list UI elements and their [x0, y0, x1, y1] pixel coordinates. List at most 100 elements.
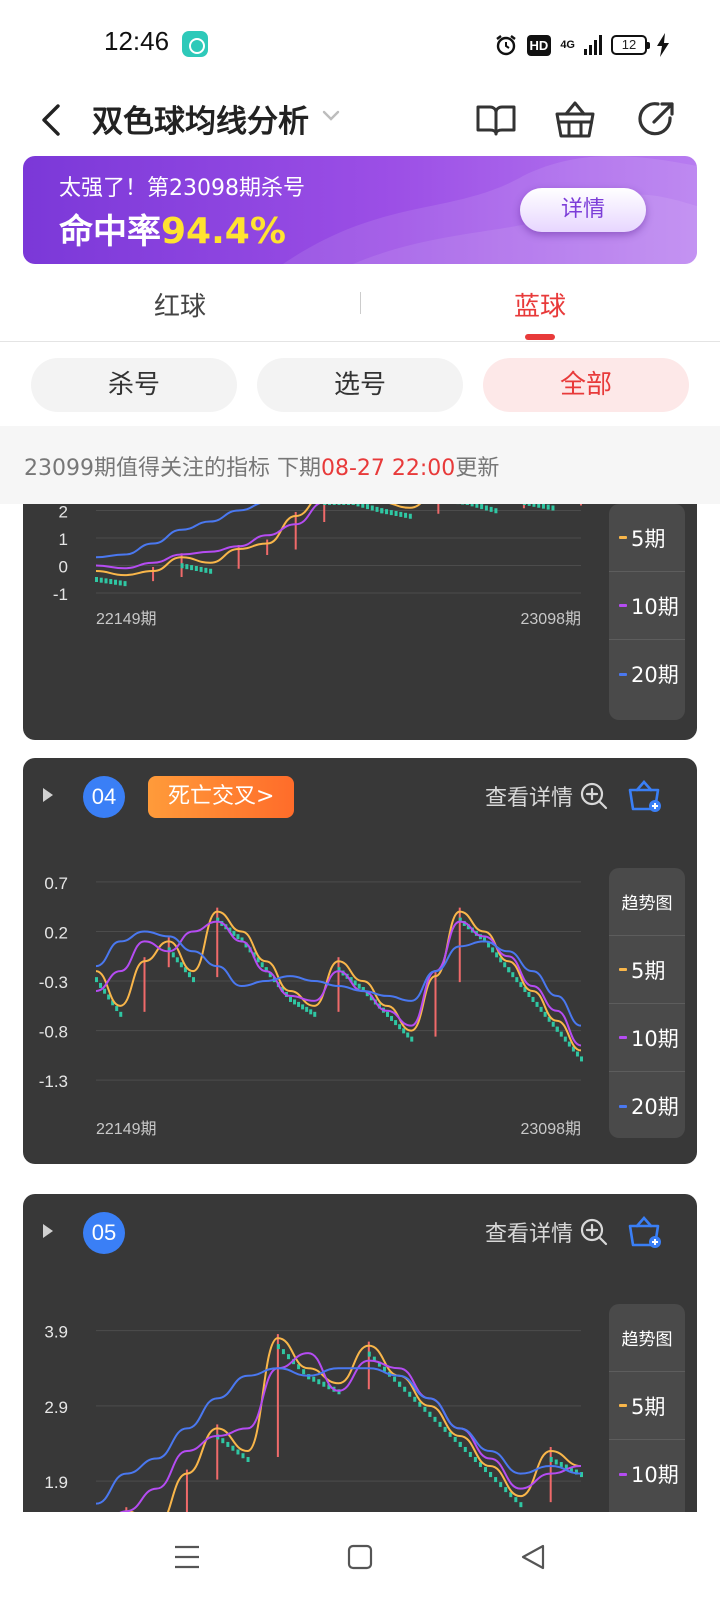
- legend-item-10[interactable]: 10期: [609, 572, 685, 640]
- fall-tick: [541, 504, 545, 509]
- tab-blue-ball[interactable]: 蓝球: [360, 286, 720, 323]
- system-nav-bar: [0, 1512, 720, 1600]
- fall-tick: [484, 1467, 488, 1473]
- play-icon[interactable]: [41, 1222, 55, 1240]
- fall-tick: [115, 1006, 119, 1012]
- active-tab-indicator: [525, 334, 555, 340]
- legend-item-5[interactable]: 5期: [609, 1372, 685, 1440]
- fall-tick: [180, 563, 184, 569]
- fall-tick: [312, 1376, 316, 1382]
- legend-title[interactable]: 趋势图: [609, 868, 685, 936]
- details-button[interactable]: 详情: [520, 188, 646, 232]
- fall-tick: [386, 1011, 389, 1017]
- y-tick-label: -1.3: [39, 1072, 68, 1091]
- fall-tick: [380, 508, 384, 514]
- add-to-basket-icon[interactable]: [627, 1214, 663, 1250]
- fall-tick: [118, 580, 122, 586]
- legend-item-20[interactable]: 20期: [609, 1072, 685, 1140]
- fall-tick: [551, 1021, 555, 1027]
- fall-tick: [494, 508, 498, 514]
- chevron-down-icon[interactable]: [320, 104, 342, 126]
- signal-icon: [584, 35, 602, 55]
- legend-label: 5期: [631, 526, 666, 551]
- fall-tick: [99, 982, 103, 988]
- banner-headline: 太强了！第23098期杀号: [59, 176, 305, 201]
- series-line-ma20: [95, 504, 261, 559]
- hit-rate-banner[interactable]: 太强了！第23098期杀号 命中率94.4% 详情: [23, 156, 697, 264]
- legend-panel: 趋势图 5期 10期 20期: [609, 868, 685, 1138]
- filter-kill[interactable]: 杀号: [31, 358, 237, 412]
- app-header: 双色球均线分析: [0, 88, 720, 152]
- fall-tick: [433, 1416, 437, 1422]
- view-details-link[interactable]: 查看详情: [485, 780, 609, 812]
- add-to-basket-icon[interactable]: [627, 778, 663, 814]
- fall-tick: [532, 504, 536, 507]
- series-line-ma5: [95, 504, 422, 577]
- y-tick-label: 2.9: [44, 1398, 68, 1417]
- y-tick-label: 0.2: [44, 923, 68, 942]
- play-icon[interactable]: [41, 786, 55, 804]
- fall-tick: [305, 1006, 309, 1012]
- fall-tick: [394, 511, 398, 516]
- fall-tick: [342, 504, 346, 505]
- legend-title[interactable]: 趋势图: [609, 1304, 685, 1372]
- fall-tick: [99, 577, 103, 583]
- fall-tick: [192, 977, 195, 983]
- fall-tick: [489, 1472, 493, 1478]
- share-icon[interactable]: [634, 98, 678, 142]
- fall-tick: [236, 1449, 240, 1455]
- hit-rate-value: 94.4%: [161, 211, 286, 252]
- ball-number-badge: 04: [83, 776, 125, 818]
- y-tick-label: -0.3: [39, 973, 68, 992]
- legend-label: 10期: [631, 594, 679, 619]
- alarm-icon: [495, 35, 516, 56]
- fall-tick: [370, 505, 374, 511]
- fall-tick: [567, 1041, 571, 1047]
- book-icon[interactable]: [474, 98, 518, 142]
- fall-tick: [539, 1006, 543, 1012]
- fall-tick: [260, 962, 264, 968]
- fall-tick: [390, 1015, 394, 1021]
- legend-item-10[interactable]: 10期: [609, 1440, 685, 1508]
- basket-icon[interactable]: [553, 98, 597, 142]
- page-title[interactable]: 双色球均线分析: [92, 96, 309, 141]
- legend-item-10[interactable]: 10期: [609, 1004, 685, 1072]
- fall-tick: [289, 996, 292, 1002]
- fall-tick: [499, 1482, 503, 1488]
- fall-tick: [423, 1406, 427, 1412]
- menu-icon[interactable]: [172, 1542, 202, 1572]
- indicator-list[interactable]: 2 1 0 -1 22149期 23098期 5期 10期 20期 0.7 0.2 -0.3 -…: [0, 504, 720, 1512]
- fall-tick: [527, 504, 531, 506]
- legend-swatch: [619, 968, 627, 971]
- fall-tick: [246, 1457, 250, 1462]
- fall-tick: [495, 952, 499, 958]
- death-cross-tag[interactable]: 死亡交叉>: [148, 776, 295, 818]
- legend-swatch: [619, 536, 627, 539]
- view-details-link[interactable]: 查看详情: [485, 1216, 609, 1248]
- fall-tick: [226, 1441, 230, 1447]
- y-tick-label: 1.9: [44, 1473, 68, 1492]
- y-tick-label: 1: [59, 530, 68, 549]
- fall-tick: [327, 504, 331, 505]
- legend-item-5[interactable]: 5期: [609, 936, 685, 1004]
- tab-red-ball[interactable]: 红球: [0, 286, 360, 323]
- fall-tick: [535, 1001, 539, 1007]
- ball-number-badge: 05: [83, 1212, 125, 1254]
- back-arrow-icon[interactable]: [34, 102, 70, 138]
- filter-select[interactable]: 选号: [257, 358, 463, 412]
- fall-tick: [503, 962, 507, 968]
- legend-item-20[interactable]: 20期: [609, 640, 685, 708]
- home-icon[interactable]: [345, 1542, 375, 1572]
- fall-tick: [470, 504, 474, 507]
- fall-tick: [408, 1391, 412, 1397]
- legend-swatch: [619, 1104, 627, 1108]
- legend-item-5[interactable]: 5期: [609, 504, 685, 572]
- fall-tick: [463, 1446, 467, 1452]
- fall-tick: [103, 988, 107, 994]
- update-info-suffix: 更新: [455, 456, 500, 481]
- fall-tick: [385, 509, 389, 515]
- back-icon[interactable]: [518, 1542, 548, 1572]
- fall-tick: [507, 967, 511, 973]
- fall-tick: [356, 504, 360, 507]
- filter-all[interactable]: 全部: [483, 358, 689, 412]
